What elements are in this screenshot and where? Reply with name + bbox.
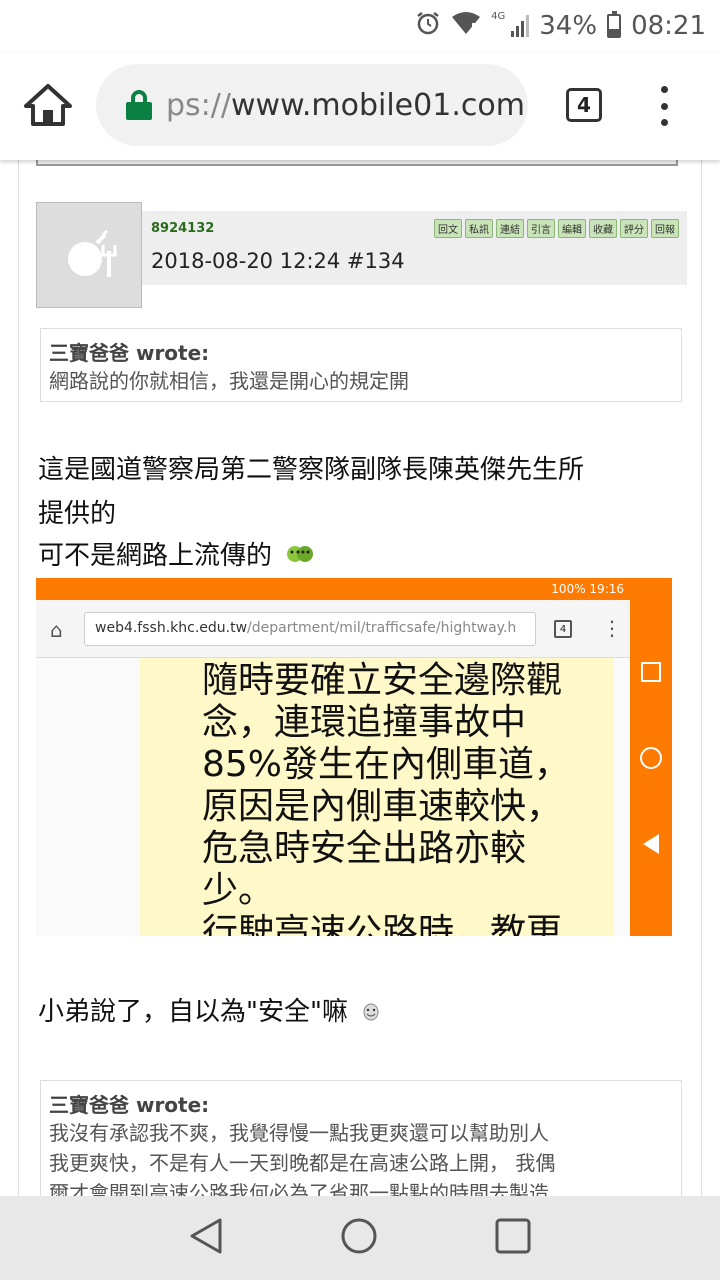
address-bar[interactable]: ps://www.mobile01.com xyxy=(96,64,528,146)
wifi-icon xyxy=(451,11,481,42)
battery-percent: 34% xyxy=(539,11,598,41)
quote-author: 三寶爸爸 wrote: xyxy=(49,1093,210,1117)
quote-block: 三寶爸爸 wrote: 網路說的你就相信，我還是開心的規定開 xyxy=(40,328,682,402)
status-bar: 4G 34% 08:21 xyxy=(0,0,720,52)
post-body-line: 可不是網路上流傳的 xyxy=(38,538,314,575)
smiley-icon xyxy=(362,995,380,1031)
signal-icon xyxy=(511,15,530,37)
post-actions: 回文 私訊 連結 引言 編輯 收藏 評分 回報 xyxy=(434,219,679,238)
url-text[interactable]: ps://www.mobile01.com xyxy=(166,88,525,123)
quote-text: 網路說的你就相信，我還是開心的規定開 xyxy=(49,369,409,393)
post-header: 8924132 回文 私訊 連結 引言 編輯 收藏 評分 回報 2018-08-… xyxy=(142,211,687,285)
link-button[interactable]: 連結 xyxy=(496,219,524,238)
quote-button[interactable]: 引言 xyxy=(527,219,555,238)
screenshot-tab-icon: 4 xyxy=(554,620,572,638)
post-meta: 2018-08-20 12:24 #134 xyxy=(151,249,405,273)
back-icon[interactable] xyxy=(188,1216,224,1260)
clock: 08:21 xyxy=(631,11,706,41)
post-body-line: 提供的 xyxy=(38,499,117,529)
quote-text: 我更爽快，不是有人一天到晚都是在高速公路上開， 我偶 xyxy=(49,1151,556,1175)
post-body-text: 小弟說了，自以為"安全"嘛 xyxy=(38,997,348,1027)
system-nav-bar xyxy=(0,1196,720,1280)
quote-text: 爾才會開到高速公路我何必為了省那一點點的時間去製造 xyxy=(49,1181,549,1196)
home-circle-icon xyxy=(640,746,662,769)
smiley-icon xyxy=(286,539,314,575)
screenshot-nav-bar xyxy=(630,600,672,936)
more-menu-icon[interactable] xyxy=(654,86,674,126)
quote-block: 三寶爸爸 wrote: 我沒有承認我不爽，我覺得慢一點我更爽還可以幫助別人 我更… xyxy=(40,1080,682,1196)
recents-icon xyxy=(641,662,661,683)
alarm-icon xyxy=(415,10,441,43)
rate-button[interactable]: 評分 xyxy=(620,219,648,238)
screenshot-content: 7. 9. 隨時要確立安全邊際觀 念，連環追撞事故中 85%發生在內側車道， 原… xyxy=(36,658,630,936)
user-id[interactable]: 8924132 xyxy=(151,221,214,236)
screenshot-url: web4.fssh.khc.edu.tw/department/mil/traf… xyxy=(84,612,536,646)
highlighted-note: 隨時要確立安全邊際觀 念，連環追撞事故中 85%發生在內側車道， 原因是內側車速… xyxy=(140,658,614,936)
tab-switcher-button[interactable]: 4 xyxy=(566,88,602,122)
private-message-button[interactable]: 私訊 xyxy=(465,219,493,238)
report-button[interactable]: 回報 xyxy=(651,219,679,238)
post-body-line: 小弟說了，自以為"安全"嘛 xyxy=(38,994,380,1031)
previous-post-edge xyxy=(36,160,678,166)
battery-icon xyxy=(607,11,622,38)
reply-button[interactable]: 回文 xyxy=(434,219,462,238)
screenshot-status-bar: 100% 19:16 xyxy=(36,578,672,600)
home-icon[interactable] xyxy=(22,82,74,128)
avatar[interactable] xyxy=(36,202,142,308)
post-body-line: 這是國道警察局第二警察隊副隊長陳英傑先生所 xyxy=(38,455,585,485)
quote-author: 三寶爸爸 wrote: xyxy=(49,341,210,365)
browser-toolbar: ps://www.mobile01.com 4 xyxy=(0,52,720,160)
screenshot-home-icon: ⌂ xyxy=(50,618,63,642)
embedded-screenshot[interactable]: 100% 19:16 ⌂ web4.fssh.khc.edu.tw/depart… xyxy=(36,578,672,936)
screenshot-browser-bar: ⌂ web4.fssh.khc.edu.tw/department/mil/tr… xyxy=(36,600,630,658)
home-circle-icon[interactable] xyxy=(339,1216,379,1260)
back-icon xyxy=(643,833,659,854)
screenshot-menu-icon: ⋮ xyxy=(602,616,622,640)
web-page: 8924132 回文 私訊 連結 引言 編輯 收藏 評分 回報 2018-08-… xyxy=(0,160,720,1196)
network-type: 4G xyxy=(491,10,506,22)
quote-text: 我沒有承認我不爽，我覺得慢一點我更爽還可以幫助別人 xyxy=(49,1121,549,1145)
favorite-button[interactable]: 收藏 xyxy=(589,219,617,238)
recents-icon[interactable] xyxy=(494,1217,532,1259)
post-body-text: 可不是網路上流傳的 xyxy=(38,541,273,571)
screenshot-status-text: 100% 19:16 xyxy=(551,582,624,596)
note-text: 隨時要確立安全邊際觀 念，連環追撞事故中 85%發生在內側車道， 原因是內側車速… xyxy=(202,660,571,936)
edit-button[interactable]: 編輯 xyxy=(558,219,586,238)
lock-icon xyxy=(126,90,152,120)
